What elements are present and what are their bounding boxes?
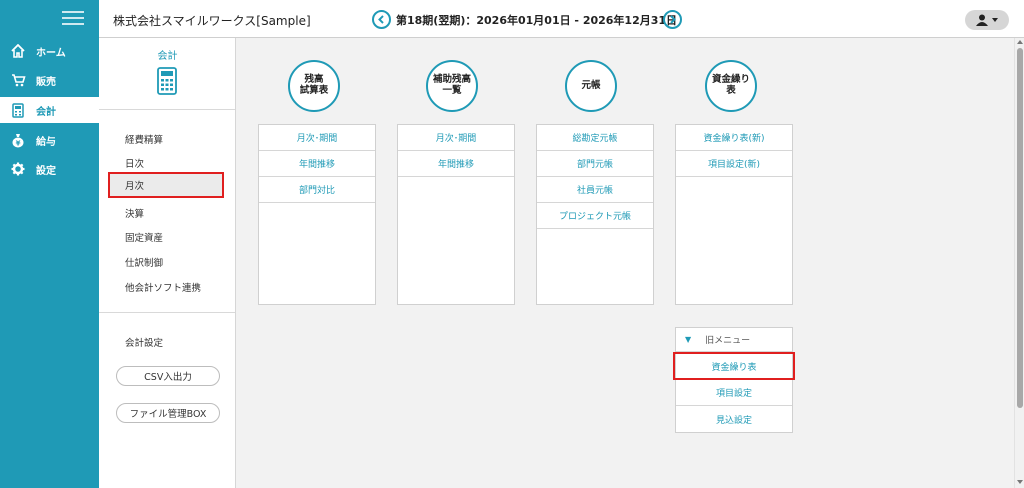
user-icon — [976, 14, 998, 26]
old-menu-toggle[interactable]: ▼ 旧メニュー — [676, 328, 792, 352]
fiscal-period: 第18期(翌期)：2026年01月01日 - 2026年12月31日 — [396, 14, 678, 27]
scroll-down-arrow-icon[interactable] — [1017, 480, 1023, 484]
file-box-button[interactable]: ファイル管理BOX — [116, 403, 220, 423]
section-box-sub-balance: 月次･期間 年間推移 — [397, 124, 515, 305]
section-title-ledger: 元帳 — [565, 60, 617, 112]
prev-period-button[interactable] — [372, 10, 391, 29]
header: 株式会社スマイルワークス[Sample] 第18期(翌期)：2026年01月01… — [99, 0, 1024, 38]
subnav-item-journal-control[interactable]: 仕訳制御 — [125, 255, 163, 269]
chevron-left-icon — [378, 15, 384, 24]
chevron-right-icon — [670, 15, 676, 24]
calculator-icon — [157, 67, 177, 98]
menu-link[interactable]: 項目設定(新) — [676, 151, 792, 177]
scroll-up-arrow-icon[interactable] — [1017, 40, 1023, 44]
menu-link[interactable]: 総勘定元帳 — [537, 125, 653, 151]
nav-item-home[interactable]: ホーム — [0, 38, 99, 64]
section-box-cash-flow: 資金繰り表(新) 項目設定(新) — [675, 124, 793, 305]
menu-link[interactable]: 部門元帳 — [537, 151, 653, 177]
main-nav: ホーム 販売 会計 ¥ 給与 設定 — [0, 0, 99, 488]
csv-import-export-button[interactable]: CSV入出力 — [116, 366, 220, 386]
old-menu-item-settings[interactable]: 項目設定 — [676, 380, 792, 406]
nav-label: 販売 — [36, 76, 56, 88]
section-title-trial-balance: 残高 試算表 — [288, 60, 340, 112]
main-content: 残高 試算表 月次･期間 年間推移 部門対比 補助残高 一覧 月次･期間 年間推… — [237, 38, 1014, 488]
section-title-cash-flow: 資金繰り 表 — [705, 60, 757, 112]
cart-icon — [10, 72, 26, 88]
section-box-ledger: 総勘定元帳 部門元帳 社員元帳 プロジェクト元帳 — [536, 124, 654, 305]
subnav-item-other-software[interactable]: 他会計ソフト連携 — [125, 280, 201, 294]
subnav-item-monthly[interactable]: 月次 — [108, 172, 224, 198]
old-menu-cash-flow[interactable]: 資金繰り表 — [673, 352, 795, 380]
menu-link[interactable]: 年間推移 — [398, 151, 514, 177]
nav-label: ホーム — [36, 47, 66, 59]
gear-icon — [10, 161, 26, 177]
company-name: 株式会社スマイルワークス[Sample] — [113, 14, 311, 28]
menu-link[interactable]: 月次･期間 — [259, 125, 375, 151]
nav-label: 会計 — [36, 106, 56, 118]
section-box-trial-balance: 月次･期間 年間推移 部門対比 — [258, 124, 376, 305]
accounting-subnav: 会計 経費精算 日次 月次 決算 固定資産 仕訳制御 他会計ソフト連携 会計設定… — [99, 38, 236, 488]
old-menu-title: 旧メニュー — [705, 336, 751, 346]
divider — [99, 109, 235, 110]
nav-item-sales[interactable]: 販売 — [0, 67, 99, 93]
old-menu-panel: ▼ 旧メニュー 資金繰り表 項目設定 見込設定 — [673, 327, 795, 433]
subnav-item-daily[interactable]: 日次 — [125, 156, 144, 170]
menu-link[interactable]: 部門対比 — [259, 177, 375, 203]
subnav-item-accounting-settings[interactable]: 会計設定 — [125, 335, 163, 349]
subnav-item-fixed-assets[interactable]: 固定資産 — [125, 230, 163, 244]
money-bag-icon: ¥ — [10, 132, 26, 148]
home-icon — [10, 43, 26, 59]
section-title-sub-balance: 補助残高 一覧 — [426, 60, 478, 112]
menu-link[interactable]: 年間推移 — [259, 151, 375, 177]
scroll-thumb[interactable] — [1017, 48, 1023, 408]
next-period-button[interactable] — [663, 10, 682, 29]
svg-text:¥: ¥ — [16, 139, 21, 147]
calculator-icon — [10, 102, 26, 118]
nav-label: 設定 — [36, 165, 56, 177]
nav-item-accounting[interactable]: 会計 — [0, 97, 99, 123]
divider — [99, 312, 235, 313]
subnav-item-closing[interactable]: 決算 — [125, 206, 144, 220]
nav-item-payroll[interactable]: ¥ 給与 — [0, 127, 99, 153]
menu-link[interactable]: プロジェクト元帳 — [537, 203, 653, 229]
menu-link[interactable]: 資金繰り表(新) — [676, 125, 792, 151]
user-menu-button[interactable] — [965, 10, 1009, 30]
subnav-title: 会計 — [157, 51, 178, 62]
hamburger-menu-icon[interactable] — [62, 11, 84, 27]
menu-link[interactable]: 社員元帳 — [537, 177, 653, 203]
vertical-scrollbar[interactable] — [1014, 38, 1024, 488]
nav-label: 給与 — [36, 136, 56, 148]
triangle-down-icon: ▼ — [685, 335, 692, 344]
nav-item-settings[interactable]: 設定 — [0, 156, 99, 182]
old-menu-forecast-settings[interactable]: 見込設定 — [676, 406, 792, 432]
subnav-item-expense[interactable]: 経費精算 — [125, 132, 163, 146]
menu-link[interactable]: 月次･期間 — [398, 125, 514, 151]
